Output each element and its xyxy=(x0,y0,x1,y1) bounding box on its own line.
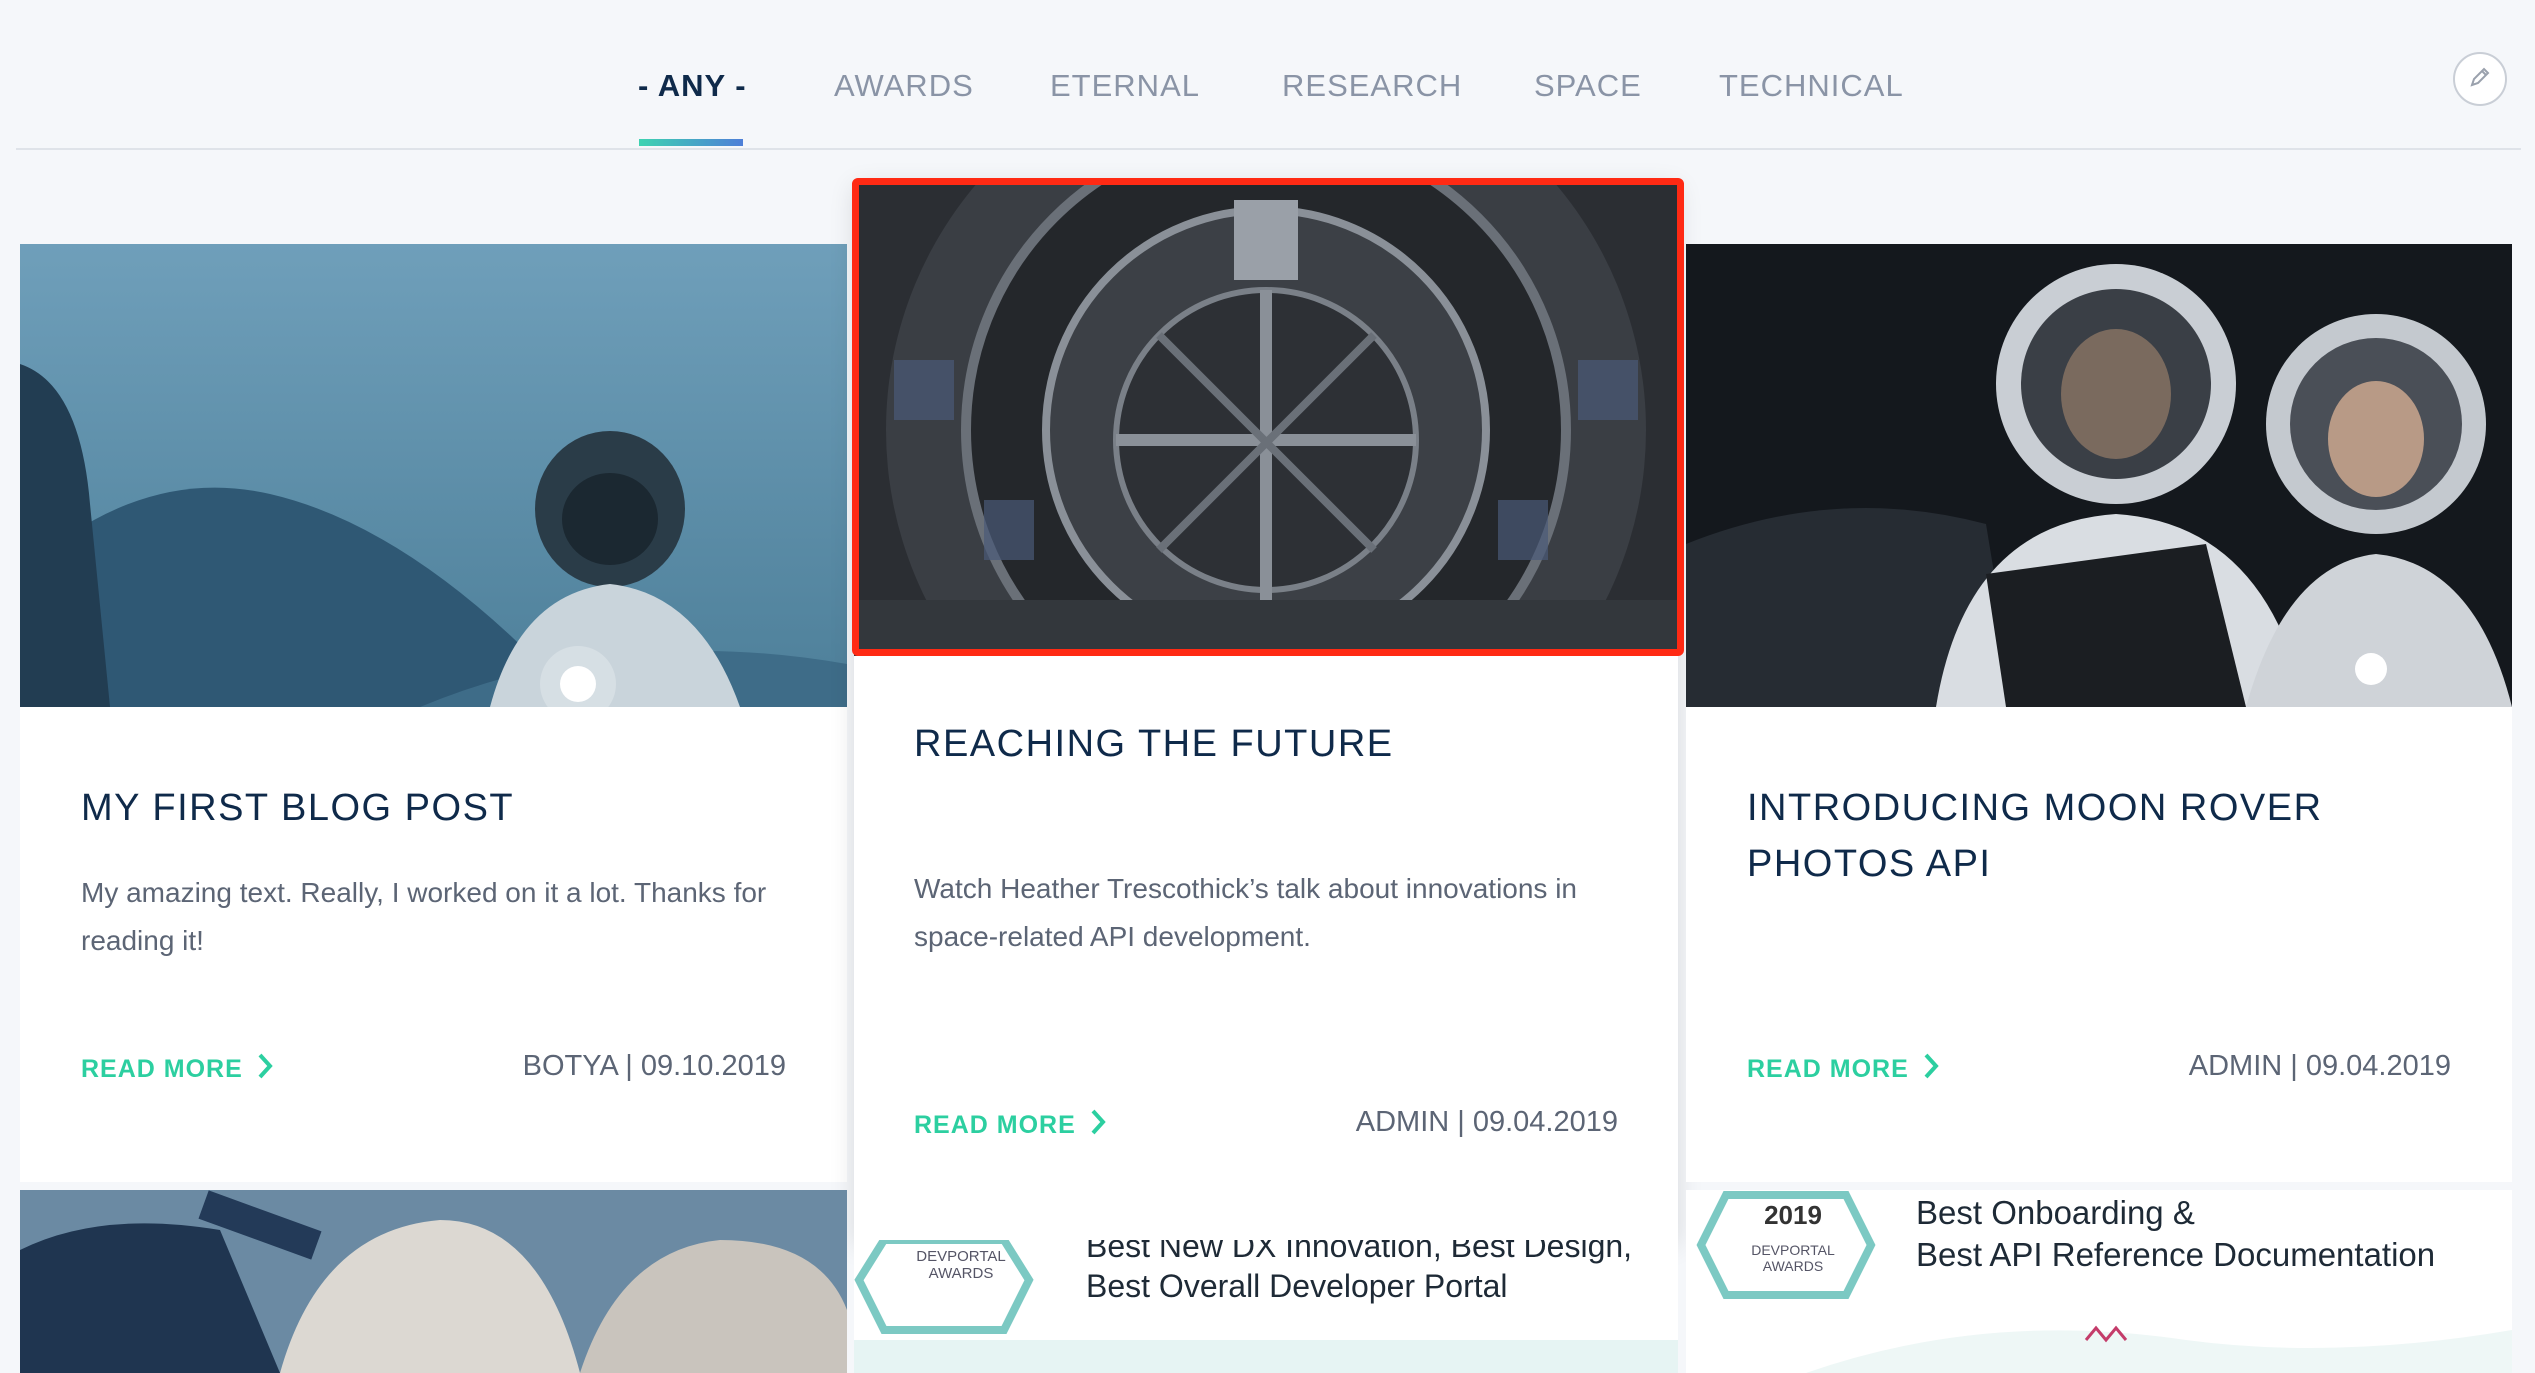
chevron-right-icon xyxy=(1923,1052,1939,1087)
active-tab-indicator xyxy=(639,139,743,146)
award-text-line2: Best Overall Developer Portal xyxy=(1086,1268,1508,1304)
read-more-label: READ MORE xyxy=(914,1111,1076,1139)
chevron-right-icon xyxy=(1090,1108,1106,1143)
badge-label: DEVPORTAL AWARDS xyxy=(916,1248,1006,1282)
card-image-astronaut xyxy=(20,244,847,722)
chevron-right-icon xyxy=(257,1052,273,1087)
card-title[interactable]: INTRODUCING MOON ROVER PHOTOS API xyxy=(1747,780,2467,892)
edit-button[interactable] xyxy=(2453,52,2507,106)
award-card-partial[interactable]: DEVPORTAL AWARDS Best New DX Innovation,… xyxy=(854,1240,1678,1373)
award-text-line2: Best API Reference Documentation xyxy=(1916,1236,2436,1273)
card-image-astronauts xyxy=(1686,244,2512,707)
tab-space[interactable]: SPACE xyxy=(1534,68,1642,104)
blog-card-partial[interactable] xyxy=(20,1190,847,1373)
card-meta: ADMIN | 09.04.2019 xyxy=(2188,1050,2451,1082)
badge-year: 2019 xyxy=(1764,1200,1822,1230)
read-more-label: READ MORE xyxy=(81,1055,243,1083)
tab-awards[interactable]: AWARDS xyxy=(834,68,974,104)
tab-research[interactable]: RESEARCH xyxy=(1282,68,1462,104)
category-tabs: - ANY - AWARDS ETERNAL RESEARCH SPACE TE… xyxy=(16,0,2521,150)
read-more-link[interactable]: READ MORE xyxy=(81,1052,273,1087)
blog-card[interactable]: INTRODUCING MOON ROVER PHOTOS API READ M… xyxy=(1686,244,2512,1182)
read-more-label: READ MORE xyxy=(1747,1055,1909,1083)
award-text-line1: Best New DX Innovation, Best Design, xyxy=(1086,1240,1633,1264)
read-more-link[interactable]: READ MORE xyxy=(914,1108,1106,1143)
blog-card[interactable]: MY FIRST BLOG POST My amazing text. Real… xyxy=(20,244,847,1182)
selection-highlight xyxy=(852,178,1684,656)
card-image-seats xyxy=(20,1190,847,1373)
tab-technical[interactable]: TECHNICAL xyxy=(1719,68,1904,104)
card-title[interactable]: MY FIRST BLOG POST xyxy=(81,780,801,836)
pencil-icon xyxy=(2467,64,2493,95)
badge-label: DEVPORTAL AWARDS xyxy=(1751,1242,1835,1274)
read-more-link[interactable]: READ MORE xyxy=(1747,1052,1939,1087)
tab-any[interactable]: - ANY - xyxy=(638,68,747,104)
card-excerpt: My amazing text. Really, I worked on it … xyxy=(81,877,767,956)
card-meta: ADMIN | 09.04.2019 xyxy=(1355,1106,1618,1138)
award-text-line1: Best Onboarding & xyxy=(1916,1194,2195,1231)
card-title[interactable]: REACHING THE FUTURE xyxy=(914,716,1634,772)
award-card-partial[interactable]: 2019 DEVPORTAL AWARDS Best Onboarding & … xyxy=(1686,1190,2512,1373)
card-meta: BOTYA | 09.10.2019 xyxy=(522,1050,786,1082)
card-excerpt: Watch Heather Trescothick’s talk about i… xyxy=(914,873,1578,952)
tab-eternal[interactable]: ETERNAL xyxy=(1050,68,1200,104)
